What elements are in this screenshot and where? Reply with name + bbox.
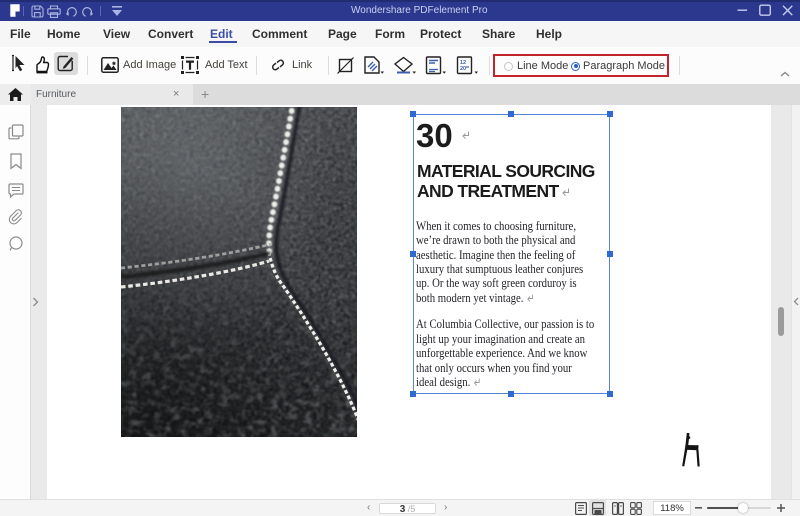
svg-text:20: 20 (460, 66, 466, 72)
